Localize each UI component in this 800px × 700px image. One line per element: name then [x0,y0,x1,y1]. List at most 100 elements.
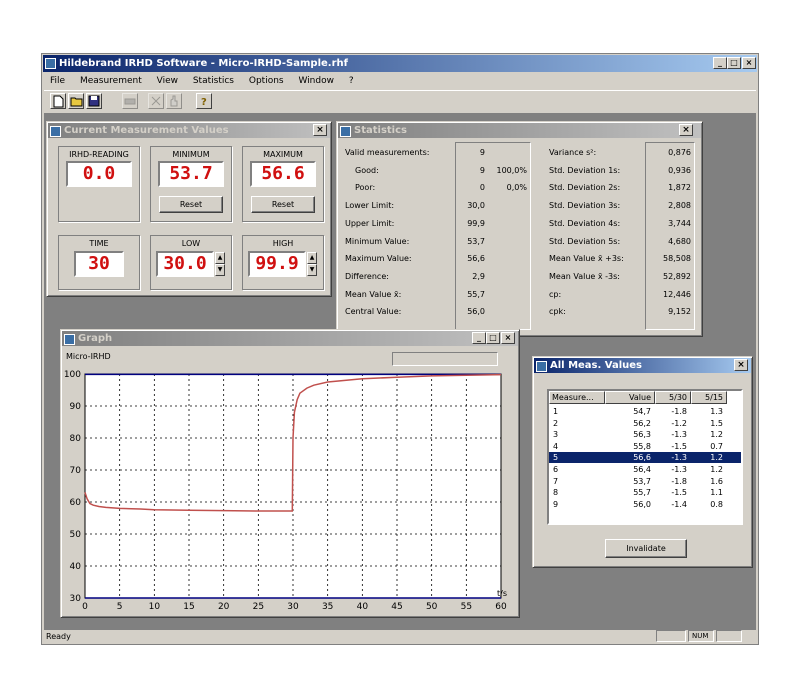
all-values-title-bar[interactable]: All Meas. Values × [534,358,751,373]
current-values-title: Current Measurement Values [64,125,229,136]
y-tick-label: 90 [70,402,82,412]
stat-value: 3,744 [668,218,691,228]
statistics-title-bar[interactable]: Statistics × [338,123,701,138]
table-cell: 0.7 [710,441,723,451]
low-spin-down-icon[interactable]: ▼ [215,264,225,276]
x-tick-label: 25 [253,602,264,612]
table-cell: -1.5 [671,441,687,451]
low-limit-group: LOW 30.0 ▲ ▼ [150,235,232,290]
menu-measurement[interactable]: Measurement [80,76,142,86]
high-spin-down-icon[interactable]: ▼ [307,264,317,276]
table-cell: 56,3 [633,430,651,440]
table-cell: 55,7 [633,488,651,498]
table-row[interactable]: 1 54,7 -1.8 1.3 [549,406,741,417]
menu-statistics[interactable]: Statistics [193,76,234,86]
col-header-5-15[interactable]: 5/15 [691,391,727,404]
menu-view[interactable]: View [157,76,178,86]
high-spin-up-icon[interactable]: ▲ [307,252,317,264]
window-icon [50,126,61,137]
save-icon[interactable] [86,93,102,109]
all-values-close-button[interactable]: × [734,359,748,371]
stat-label: Maximum Value: [345,254,412,264]
high-label: HIGH [272,239,294,248]
col-header-value[interactable]: Value [605,391,655,404]
table-cell: -1.4 [671,499,687,509]
window-icon [64,334,75,345]
new-file-icon[interactable] [50,93,66,109]
table-cell: 53,7 [633,476,651,486]
hand-icon[interactable] [166,93,182,109]
table-cell: 56,6 [633,453,651,463]
low-spin-up-icon[interactable]: ▲ [215,252,225,264]
graph-close-button[interactable]: × [501,332,515,344]
status-panel-1 [656,630,686,642]
status-bar: Ready NUM [44,630,756,643]
maximize-button[interactable]: □ [727,57,741,69]
graph-title-bar[interactable]: Graph _ □ × [62,331,518,346]
table-cell: -1.5 [671,488,687,498]
irhd-reading-label: IRHD-READING [69,150,129,159]
table-row[interactable]: 8 55,7 -1.5 1.1 [549,487,741,498]
main-window: Hildebrand IRHD Software - Micro-IRHD-Sa… [41,53,759,645]
table-cell: 1.5 [710,418,723,428]
table-row[interactable]: 5 56,6 -1.3 1.2 [549,452,741,464]
table-row[interactable]: 9 56,0 -1.4 0.8 [549,499,741,510]
stat-label: Lower Limit: [345,201,395,211]
all-values-title: All Meas. Values [550,360,643,371]
table-row[interactable]: 6 56,4 -1.3 1.2 [549,464,741,475]
help-icon[interactable]: ? [196,93,212,109]
stat-value: 9 [479,148,485,157]
window-icon [536,361,547,372]
x-tick-label: 30 [287,602,299,612]
graph-minimize-button[interactable]: _ [472,332,486,344]
stat-percent: 100,0% [496,165,527,175]
stat-value: 12,446 [663,289,691,299]
y-tick-label: 60 [70,498,82,508]
table-cell: 3 [553,430,559,440]
maximum-reset-button[interactable]: Reset [251,196,315,213]
menu-help[interactable]: ? [349,76,354,86]
time-label: TIME [89,239,109,248]
close-button[interactable]: × [742,57,756,69]
x-tick-label: 45 [391,602,402,612]
main-title-bar[interactable]: Hildebrand IRHD Software - Micro-IRHD-Sa… [43,55,757,72]
table-row[interactable]: 2 56,2 -1.2 1.5 [549,418,741,429]
col-header-5-30[interactable]: 5/30 [655,391,691,404]
stat-value: 9 [479,165,485,175]
graph-series-label: Micro-IRHD [66,352,111,361]
table-row[interactable]: 7 53,7 -1.8 1.6 [549,476,741,487]
time-display[interactable]: 30 [74,251,124,277]
menu-options[interactable]: Options [249,76,284,86]
menu-file[interactable]: File [50,76,65,86]
graph-maximize-button[interactable]: □ [486,332,500,344]
high-limit-display[interactable]: 99.9 [248,251,306,277]
measure-icon[interactable] [148,93,164,109]
minimum-reset-button[interactable]: Reset [159,196,223,213]
table-row[interactable]: 4 55,8 -1.5 0.7 [549,441,741,452]
stat-label: Difference: [345,271,389,281]
stat-value: 53,7 [467,236,485,246]
open-folder-icon[interactable] [68,93,84,109]
stat-label: Good: [355,165,379,175]
y-tick-label: 70 [70,466,82,476]
table-cell: -1.8 [671,407,687,416]
current-values-title-bar[interactable]: Current Measurement Values × [48,123,330,138]
low-limit-display[interactable]: 30.0 [156,251,214,277]
print-icon[interactable] [122,93,138,109]
table-cell: 1.6 [710,476,723,486]
current-values-close-button[interactable]: × [313,124,327,136]
table-cell: 56,2 [633,418,651,428]
measurements-list[interactable]: Measure... Value 5/30 5/15 1 54,7 -1.8 1.3 2… [547,389,743,525]
invalidate-button[interactable]: Invalidate [605,539,687,558]
stat-label: Mean Value x̄ -3s: [549,271,620,281]
minimize-button[interactable]: _ [713,57,727,69]
col-header-measure[interactable]: Measure... [549,391,605,404]
x-axis-unit-label: t/s [497,589,507,598]
graph-chart[interactable]: 0 5 10 15 20 25 30 35 40 45 50 55 60 30 40 50 60 70 80 90 10… [61,366,519,616]
x-tick-label: 20 [218,602,230,612]
stat-label: Valid measurements: [345,148,430,157]
table-cell: 5 [553,453,559,463]
table-row[interactable]: 3 56,3 -1.3 1.2 [549,429,741,440]
menu-window[interactable]: Window [298,76,334,86]
statistics-close-button[interactable]: × [679,124,693,136]
